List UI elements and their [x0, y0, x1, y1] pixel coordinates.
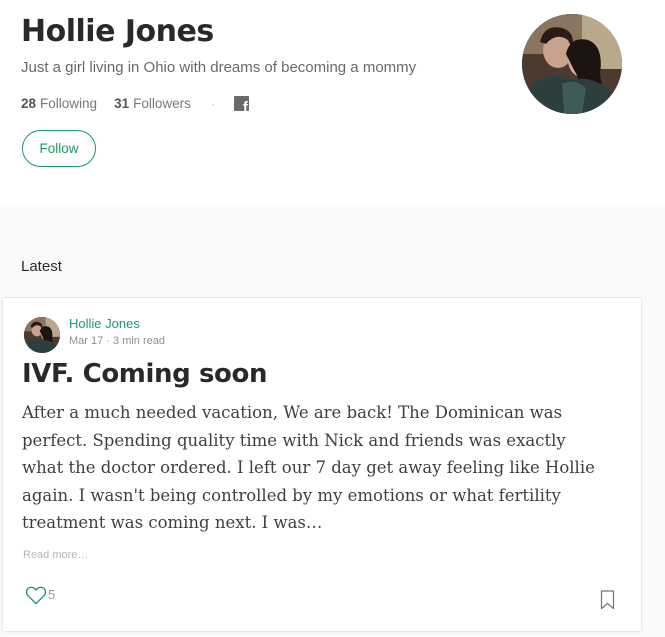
profile-avatar[interactable] [522, 14, 622, 114]
post-meta: Mar 17 · 3 min read [69, 335, 165, 347]
read-more-link[interactable]: Read more… [23, 549, 88, 561]
post-read-time: 3 min read [113, 335, 166, 347]
profile-header: Hollie Jones Just a girl living in Ohio … [0, 0, 665, 205]
profile-stats: 28 Following 31 Followers · f [21, 96, 249, 111]
post-title[interactable]: IVF. Coming soon [22, 359, 268, 389]
followers-count: 31 [114, 96, 130, 111]
separator-dot: · [210, 96, 215, 111]
profile-name: Hollie Jones [21, 14, 214, 49]
facebook-icon[interactable]: f [233, 96, 249, 111]
meta-separator: · [103, 335, 114, 347]
post-card[interactable]: Hollie Jones Mar 17 · 3 min read IVF. Co… [2, 297, 642, 632]
heart-icon[interactable] [25, 585, 47, 605]
section-heading-latest: Latest [21, 258, 62, 275]
following-count: 28 [21, 96, 37, 111]
followers-link[interactable]: 31 Followers [114, 96, 191, 111]
post-date[interactable]: Mar 17 [69, 335, 103, 347]
author-avatar[interactable] [24, 317, 60, 353]
followers-label: Followers [133, 96, 191, 111]
post-author-link[interactable]: Hollie Jones [69, 316, 140, 331]
like-count[interactable]: 5 [48, 587, 55, 602]
follow-button[interactable]: Follow [22, 130, 96, 167]
profile-bio: Just a girl living in Ohio with dreams o… [21, 59, 417, 76]
following-label: Following [40, 96, 98, 111]
post-excerpt[interactable]: After a much needed vacation, We are bac… [22, 399, 602, 537]
following-link[interactable]: 28 Following [21, 96, 97, 111]
bookmark-icon[interactable] [600, 590, 615, 610]
